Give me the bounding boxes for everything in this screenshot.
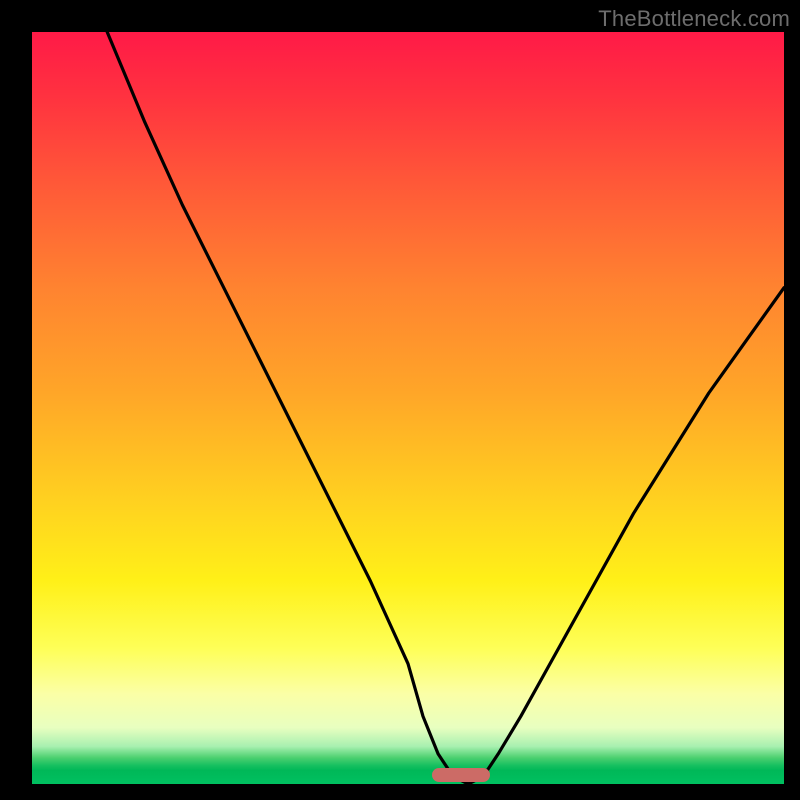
curve-path	[107, 32, 784, 784]
plot-area	[32, 32, 784, 784]
chart-frame: TheBottleneck.com	[0, 0, 800, 800]
watermark-text: TheBottleneck.com	[598, 6, 790, 32]
bottleneck-curve	[32, 32, 784, 784]
optimum-marker	[432, 768, 490, 782]
